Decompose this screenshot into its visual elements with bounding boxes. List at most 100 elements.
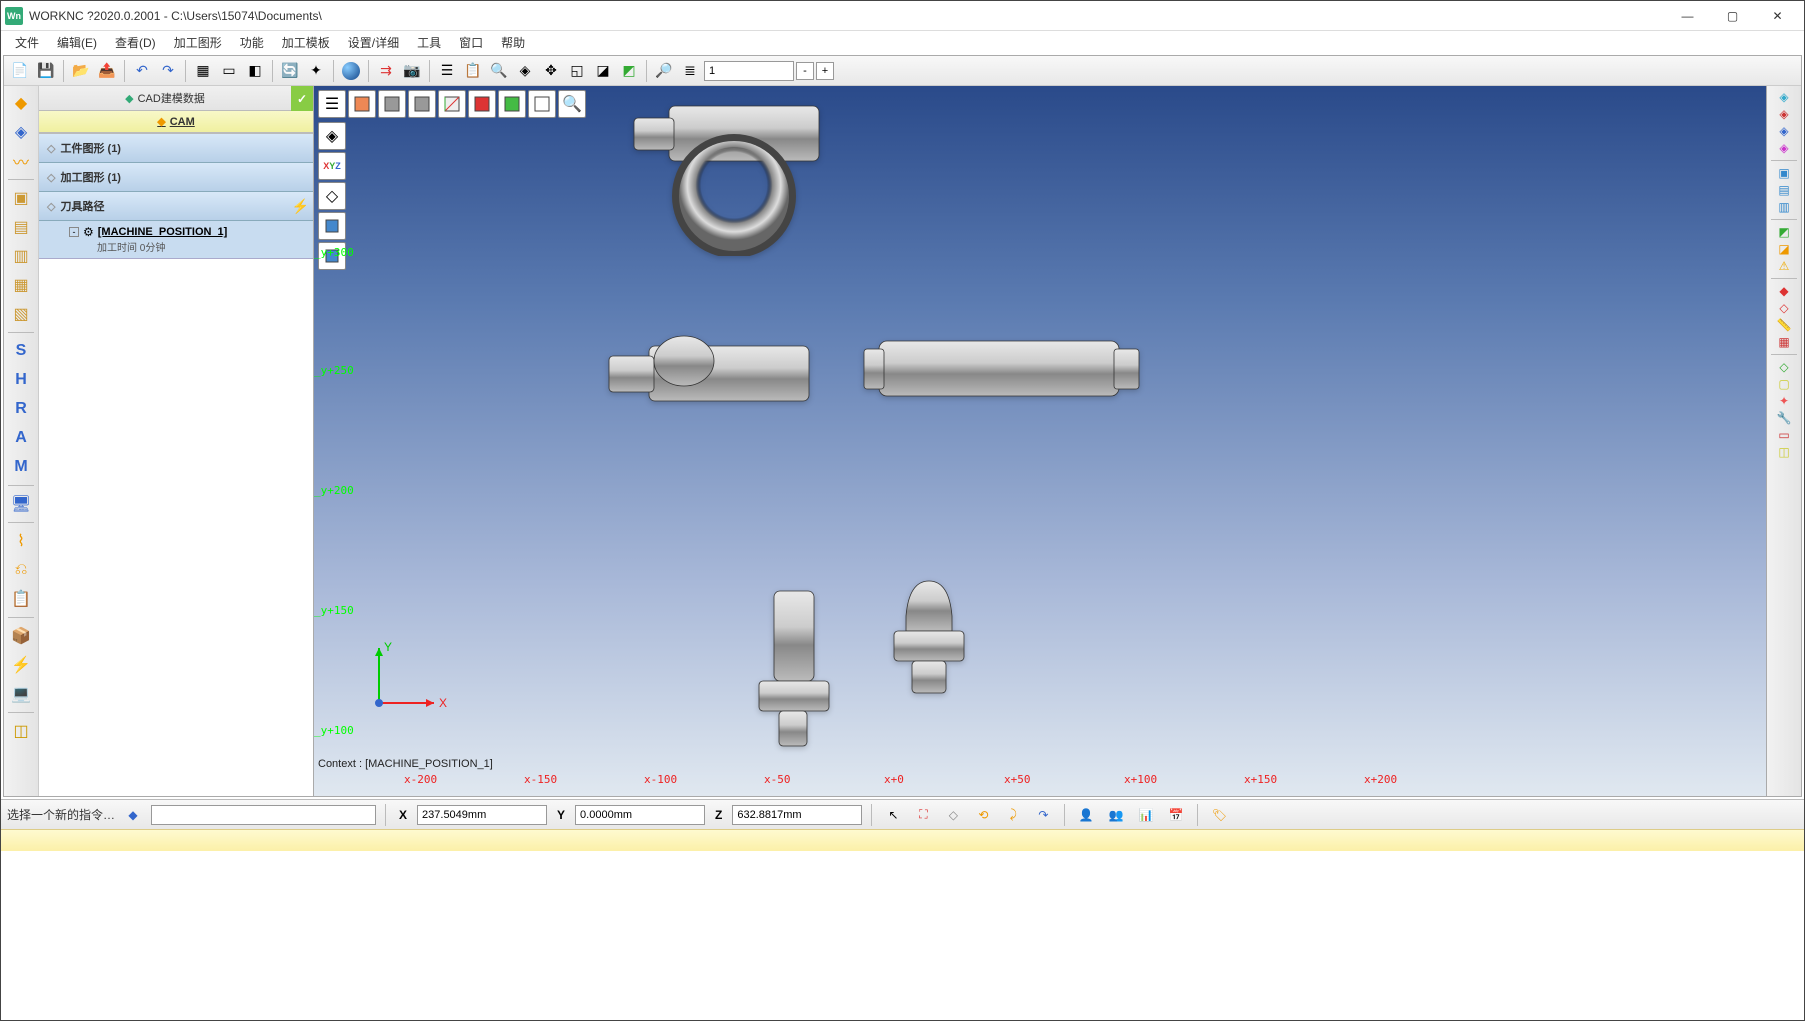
menu-window[interactable]: 窗口 <box>451 32 491 53</box>
minus-box-icon[interactable]: - <box>69 227 79 237</box>
path1-icon[interactable]: ⌇ <box>7 528 35 554</box>
align-icon[interactable]: ⇉ <box>374 59 398 83</box>
command-input[interactable] <box>151 805 376 825</box>
layers-icon[interactable]: ≣ <box>678 59 702 83</box>
r-grid-icon[interactable]: ▦ <box>1778 335 1789 349</box>
minimize-button[interactable]: — <box>1665 2 1710 30</box>
r-green2-icon[interactable]: ◇ <box>1779 360 1788 374</box>
tree-tab-cad[interactable]: ◆CAD建模数据 <box>39 86 291 111</box>
x-input[interactable] <box>417 805 547 825</box>
flash-icon[interactable]: ⚡ <box>7 652 35 678</box>
r-icon[interactable]: R <box>7 396 35 422</box>
layer-minus-button[interactable]: - <box>796 62 814 80</box>
menu-function[interactable]: 功能 <box>232 32 272 53</box>
y-input[interactable] <box>575 805 705 825</box>
zoom-icon[interactable]: 🔍 <box>487 59 511 83</box>
tree-section-workpiece[interactable]: ◇ 工件图形 (1) <box>39 134 313 163</box>
menu-file[interactable]: 文件 <box>7 32 47 53</box>
curve-icon[interactable]: 〰 <box>7 148 35 174</box>
cube-green-icon[interactable]: ◩ <box>617 59 641 83</box>
window-icon[interactable]: ▭ <box>217 59 241 83</box>
viewport-3d[interactable]: ☰ 🔍 ◈ XYZ ◇ <box>314 86 1767 796</box>
panel-icon[interactable]: ◧ <box>243 59 267 83</box>
s-icon[interactable]: S <box>7 338 35 364</box>
snap2-icon[interactable]: ◇ <box>941 804 965 826</box>
tree-section-machining[interactable]: ◇ 加工图形 (1) <box>39 163 313 192</box>
sphere-icon[interactable] <box>339 59 363 83</box>
grid-icon[interactable]: ▦ <box>191 59 215 83</box>
zoom-viewport-icon[interactable]: 🔍 <box>558 90 586 118</box>
r-blue1-icon[interactable]: ▣ <box>1778 166 1789 180</box>
r-ruler-icon[interactable]: 📏 <box>1777 318 1792 332</box>
menu-lines-icon[interactable]: ☰ <box>318 90 346 118</box>
z-input[interactable] <box>732 805 862 825</box>
new-icon[interactable]: 📄 <box>8 59 32 83</box>
box3-icon[interactable]: ▥ <box>7 243 35 269</box>
rotate-icon[interactable]: 🔄 <box>278 59 302 83</box>
r-yellow2-icon[interactable]: ◫ <box>1778 445 1789 459</box>
cube-icon[interactable]: ◈ <box>7 119 35 145</box>
diamond-icon[interactable]: ◆ <box>7 90 35 116</box>
pan-icon[interactable]: ✥ <box>539 59 563 83</box>
goldbox-icon[interactable]: 📦 <box>7 623 35 649</box>
blue-cube-top-icon[interactable] <box>318 212 346 240</box>
menu-tools[interactable]: 工具 <box>409 32 449 53</box>
box5-icon[interactable]: ▧ <box>7 301 35 327</box>
list-icon[interactable]: ☰ <box>435 59 459 83</box>
a-icon[interactable]: A <box>7 425 35 451</box>
r-warn-icon[interactable]: ⚠ <box>1779 259 1790 273</box>
tree-item-machine-position[interactable]: - ⚙ [MACHINE_POSITION_1] 加工时间 0分钟 <box>39 221 313 259</box>
magnify-icon[interactable]: 🔎 <box>652 59 676 83</box>
path2-icon[interactable]: ⎌ <box>7 557 35 583</box>
vis1-icon[interactable]: 👤 <box>1074 804 1098 826</box>
r-cube4-icon[interactable]: ◈ <box>1779 141 1788 155</box>
camera-icon[interactable]: 📷 <box>400 59 424 83</box>
cube-red-icon[interactable] <box>468 90 496 118</box>
wire-cube-icon[interactable]: ◇ <box>318 182 346 210</box>
menu-settings[interactable]: 设置/详细 <box>340 32 407 53</box>
cube-gray2-icon[interactable] <box>408 90 436 118</box>
box4-icon[interactable]: ▦ <box>7 272 35 298</box>
r-blue2-icon[interactable]: ▤ <box>1778 183 1789 197</box>
r-cube2-icon[interactable]: ◈ <box>1779 107 1788 121</box>
menu-edit[interactable]: 编辑(E) <box>49 32 105 53</box>
m-icon[interactable]: M <box>7 454 35 480</box>
undo-icon[interactable]: ↶ <box>130 59 154 83</box>
r-green1-icon[interactable]: ◩ <box>1778 225 1789 239</box>
cube-wire2-icon[interactable] <box>528 90 556 118</box>
open-folder-icon[interactable]: 📂 <box>69 59 93 83</box>
iso-cube-icon[interactable]: ◈ <box>318 122 346 150</box>
laptop-icon[interactable]: 💻 <box>7 681 35 707</box>
cube-wire-icon[interactable]: ◱ <box>565 59 589 83</box>
r-yellowbox-icon[interactable]: ▢ <box>1778 377 1789 391</box>
menu-template[interactable]: 加工模板 <box>274 32 338 53</box>
xyz-icon[interactable]: XYZ <box>318 152 346 180</box>
cube-green-icon[interactable] <box>498 90 526 118</box>
r-select-icon[interactable]: ▭ <box>1778 428 1789 442</box>
r-wrench-icon[interactable]: 🔧 <box>1777 411 1792 425</box>
monitor-icon[interactable]: 🖥 <box>7 491 35 517</box>
tree-section-toolpath[interactable]: ◇ 刀具路径 ⚡ <box>39 192 313 221</box>
box2-icon[interactable]: ▤ <box>7 214 35 240</box>
snap4-icon[interactable]: ⤸ <box>1001 804 1025 826</box>
cube-gray-icon[interactable] <box>378 90 406 118</box>
r-cube1-icon[interactable]: ◈ <box>1779 90 1788 104</box>
h-icon[interactable]: H <box>7 367 35 393</box>
tree-check-icon[interactable]: ✓ <box>291 86 313 111</box>
snap3-icon[interactable]: ⟲ <box>971 804 995 826</box>
tag-icon[interactable]: 🏷 <box>1207 804 1231 826</box>
r-blue3-icon[interactable]: ▥ <box>1778 200 1789 214</box>
r-red2-icon[interactable]: ◇ <box>1779 301 1788 315</box>
prompt-icon[interactable]: ◆ <box>121 804 145 826</box>
r-cube3-icon[interactable]: ◈ <box>1779 124 1788 138</box>
block-icon[interactable]: ◫ <box>7 718 35 744</box>
r-star-icon[interactable]: ✦ <box>1779 394 1789 408</box>
zoom-fit-icon[interactable]: ◈ <box>513 59 537 83</box>
r-orange1-icon[interactable]: ◪ <box>1778 242 1789 256</box>
snap1-icon[interactable]: ⛶ <box>911 804 935 826</box>
menu-help[interactable]: 帮助 <box>493 32 533 53</box>
cursor-icon[interactable]: ↖ <box>881 804 905 826</box>
clipboard-icon[interactable]: 📋 <box>7 586 35 612</box>
menu-view[interactable]: 查看(D) <box>107 32 164 53</box>
close-button[interactable]: ✕ <box>1755 2 1800 30</box>
